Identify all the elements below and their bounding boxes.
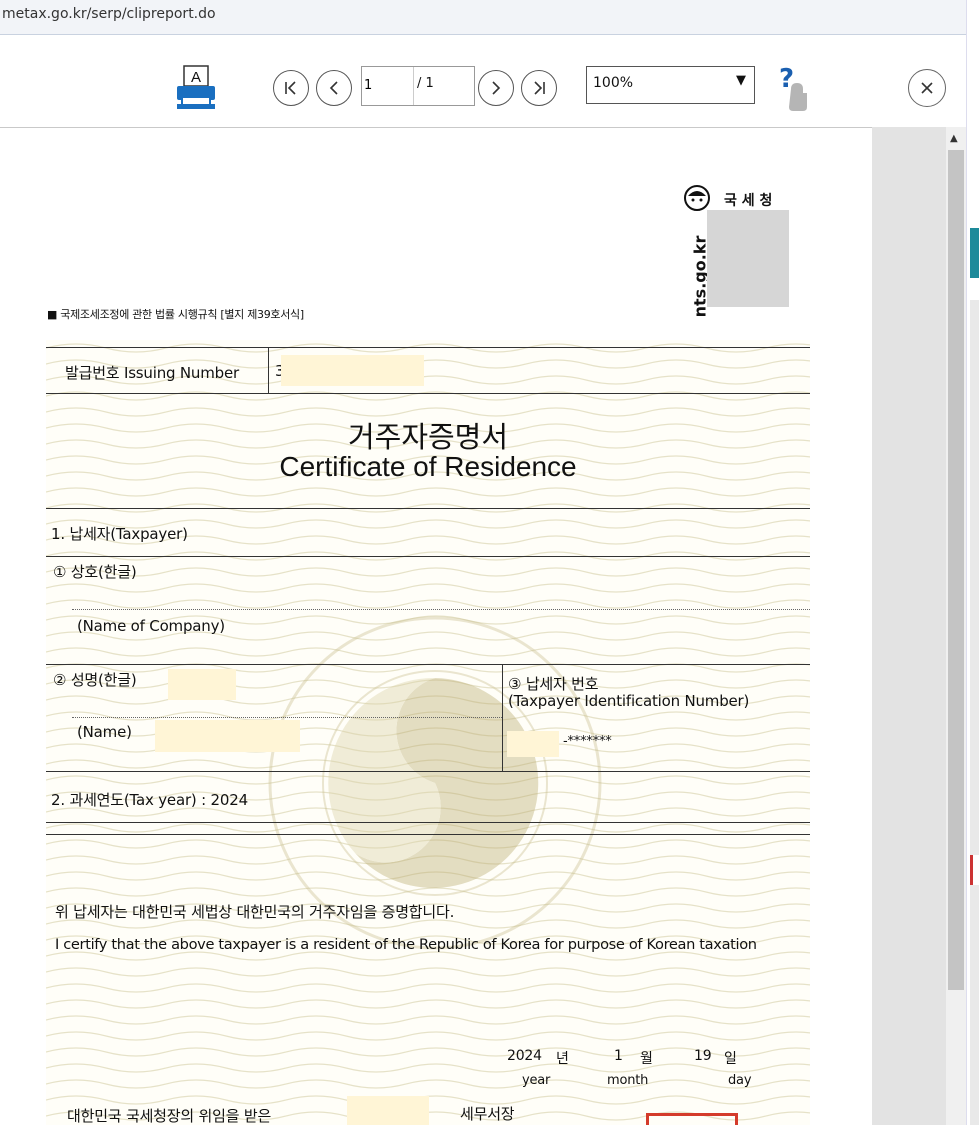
company-korean-label: ① 상호(한글): [53, 563, 137, 581]
section-taxpayer: 1. 납세자(Taxpayer): [51, 525, 188, 543]
chevron-down-icon: ▼: [736, 73, 746, 88]
background-teal-strip: [970, 228, 979, 278]
report-viewer-toolbar: A / 1 100% ▼ ?: [0, 35, 965, 129]
first-page-icon: [285, 81, 296, 95]
page-box-divider: [413, 67, 414, 105]
nts-symbol-icon: [684, 185, 710, 211]
dotted-company: [72, 609, 810, 610]
qr-code-redacted: [707, 210, 789, 307]
date-year-en: year: [522, 1073, 551, 1088]
certification-english: I certify that the above taxpayer is a r…: [55, 936, 757, 953]
page-number-input[interactable]: [364, 73, 408, 97]
rule-issuing-bottom: [46, 393, 810, 394]
date-month-en: month: [607, 1073, 649, 1088]
address-bar[interactable]: metax.go.kr/serp/clipreport.do: [0, 0, 979, 35]
name-english-label: (Name): [77, 723, 132, 741]
date-day-ko: 일: [724, 1051, 737, 1067]
certification-korean: 위 납세자는 대한민국 세법상 대한민국의 거주자임을 증명합니다.: [55, 903, 455, 921]
name-korean-label: ② 성명(한글): [53, 671, 137, 689]
rule-double: [46, 834, 810, 835]
issuing-number-redaction: [281, 355, 424, 386]
rule-top: [46, 347, 810, 348]
dotted-name: [72, 717, 502, 718]
title-korean: 거주자증명서: [347, 420, 509, 454]
date-day-en: day: [728, 1073, 752, 1088]
agency-name: 국 세 청: [724, 193, 773, 209]
help-icon[interactable]: ?: [771, 64, 813, 113]
rule-name-bottom: [46, 771, 810, 772]
name-english-redaction: [155, 720, 300, 752]
background-page-edge: [966, 0, 979, 1125]
page-total: / 1: [417, 76, 434, 91]
background-red-mark: [970, 855, 979, 885]
scrollbar-thumb[interactable]: [948, 150, 964, 990]
chevron-right-icon: [492, 81, 501, 95]
rule-taxyear-bottom: [46, 822, 810, 823]
tax-year: 2. 과세연도(Tax year) : 2024: [51, 791, 248, 809]
delegation-text: 대한민국 국세청장의 위임을 받은: [67, 1107, 272, 1125]
scroll-up-arrow-icon[interactable]: ▲: [950, 133, 958, 144]
official-stamp: [646, 1113, 738, 1125]
issuing-number-label: 발급번호 Issuing Number: [65, 364, 239, 382]
tin-korean-label: ③ 납세자 번호: [508, 675, 599, 693]
date-month: 1: [614, 1048, 623, 1064]
close-button[interactable]: [908, 69, 946, 107]
last-page-icon: [534, 81, 545, 95]
date-year: 2024: [507, 1048, 542, 1064]
rule-title-bottom: [46, 508, 810, 509]
issuing-divider: [268, 347, 269, 393]
company-english-label: (Name of Company): [77, 617, 225, 635]
close-icon: [921, 82, 933, 94]
last-page-button[interactable]: [521, 70, 557, 106]
tin-english-label: (Taxpayer Identification Number): [508, 692, 750, 710]
rule-section1-bottom: [46, 556, 810, 557]
date-day: 19: [694, 1048, 712, 1064]
printer-icon[interactable]: A: [175, 64, 217, 110]
zoom-value: 100%: [593, 75, 634, 91]
date-year-ko: 년: [556, 1051, 569, 1067]
tin-masked: -*******: [563, 734, 612, 749]
name-tin-divider: [502, 664, 503, 771]
name-korean-redaction: [168, 669, 236, 700]
rule-company-bottom: [46, 664, 810, 665]
form-reference: ■ 국제조세조정에 관한 법률 시행규칙 [별지 제39호서식]: [47, 308, 304, 321]
zoom-select[interactable]: 100% ▼: [586, 66, 755, 104]
first-page-button[interactable]: [273, 70, 309, 106]
chevron-left-icon: [329, 81, 338, 95]
prev-page-button[interactable]: [316, 70, 352, 106]
tin-redaction: [507, 731, 559, 757]
viewer-side-panel: [872, 127, 946, 1125]
background-grey-strip: [970, 300, 979, 1125]
url-text: metax.go.kr/serp/clipreport.do: [2, 6, 216, 22]
title-english: Certificate of Residence: [279, 451, 577, 482]
nts-logo-block: 국 세 청 nts.go.kr: [680, 181, 790, 317]
certificate-page: 국 세 청 nts.go.kr ■ 국제조세조정에 관한 법률 시행규칙 [별지…: [0, 128, 872, 1125]
page-number-box: / 1: [361, 66, 475, 106]
svg-text:A: A: [191, 69, 201, 86]
office-name-redaction: [347, 1096, 429, 1125]
next-page-button[interactable]: [478, 70, 514, 106]
date-month-ko: 월: [640, 1051, 653, 1067]
office-title: 세무서장: [460, 1105, 515, 1123]
